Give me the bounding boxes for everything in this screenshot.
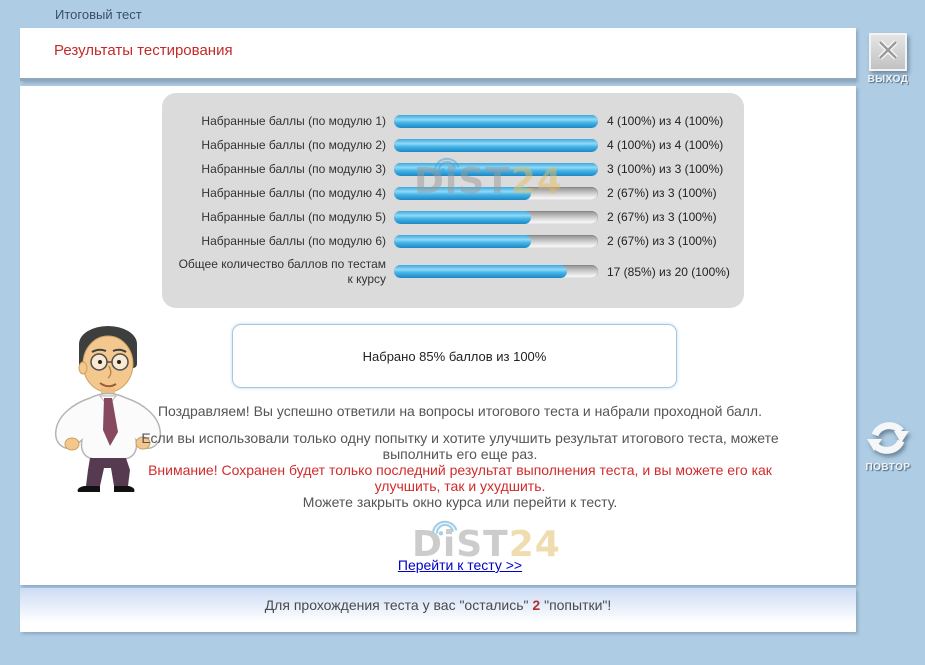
content-panel: Набранные баллы (по модулю 1) 4 (100%) и… (20, 86, 856, 585)
result-row: Набранные баллы (по модулю 4) 2 (67%) из… (162, 181, 744, 205)
progress-bar (394, 235, 598, 248)
results-rows: Набранные баллы (по модулю 1) 4 (100%) и… (162, 109, 744, 290)
window-title: Итоговый тест (55, 7, 142, 22)
row-value: 17 (85%) из 20 (100%) (607, 265, 730, 279)
results-header-panel: Результаты тестирования (20, 28, 856, 81)
progress-fill (394, 265, 567, 278)
progress-bar (394, 265, 598, 278)
row-label: Набранные баллы (по модулю 1) (172, 114, 386, 128)
row-label: Набранные баллы (по модулю 3) (172, 162, 386, 176)
row-label: Набранные баллы (по модулю 5) (172, 210, 386, 224)
row-value: 2 (67%) из 3 (100%) (607, 210, 717, 224)
row-label: Общее количество баллов по тестам к курс… (172, 257, 386, 285)
progress-fill (394, 115, 598, 128)
progress-bar (394, 163, 598, 176)
retry-info-text: Если вы использовали только одну попытку… (138, 430, 782, 462)
attempts-text-suffix: "попытки"! (544, 597, 611, 613)
result-row: Набранные баллы (по модулю 2) 4 (100%) и… (162, 133, 744, 157)
progress-bar (394, 211, 598, 224)
progress-bar (394, 139, 598, 152)
attempts-text-prefix: Для прохождения теста у вас "остались" (265, 597, 529, 613)
attempts-count: 2 (532, 597, 540, 613)
congrats-text: Поздравляем! Вы успешно ответили на вопр… (138, 403, 782, 419)
score-summary-box: Набрано 85% баллов из 100% (232, 324, 677, 388)
row-label: Набранные баллы (по модулю 6) (172, 234, 386, 248)
close-icon (875, 37, 901, 68)
goto-test-link-row: Перейти к тесту >> (138, 557, 782, 575)
progress-fill (394, 187, 531, 200)
results-panel: Набранные баллы (по модулю 1) 4 (100%) и… (162, 93, 744, 308)
row-value: 4 (100%) из 4 (100%) (607, 138, 723, 152)
exit-button-label: ВЫХОД (853, 74, 923, 85)
progress-bar (394, 187, 598, 200)
result-row: Набранные баллы (по модулю 5) 2 (67%) из… (162, 205, 744, 229)
row-value: 4 (100%) из 4 (100%) (607, 114, 723, 128)
row-label: Набранные баллы (по модулю 4) (172, 186, 386, 200)
result-row: Набранные баллы (по модулю 3) 3 (100%) и… (162, 157, 744, 181)
row-value: 2 (67%) из 3 (100%) (607, 234, 717, 248)
result-row: Набранные баллы (по модулю 1) 4 (100%) и… (162, 109, 744, 133)
exit-button[interactable] (869, 33, 907, 71)
attempts-bar: Для прохождения теста у вас "остались" 2… (20, 588, 856, 632)
goto-test-link[interactable]: Перейти к тесту >> (398, 557, 522, 573)
row-value: 2 (67%) из 3 (100%) (607, 186, 717, 200)
progress-fill (394, 163, 598, 176)
close-info-text: Можете закрыть окно курса или перейти к … (138, 494, 782, 510)
result-row: Общее количество баллов по тестам к курс… (162, 253, 744, 290)
progress-fill (394, 139, 598, 152)
progress-bar (394, 115, 598, 128)
score-summary-text: Набрано 85% баллов из 100% (363, 349, 547, 364)
repeat-button[interactable] (862, 414, 914, 464)
result-row: Набранные баллы (по модулю 6) 2 (67%) из… (162, 229, 744, 253)
page-title: Результаты тестирования (54, 42, 233, 59)
row-label: Набранные баллы (по модулю 2) (172, 138, 386, 152)
repeat-button-label: ПОВТОР (853, 462, 923, 473)
progress-fill (394, 211, 531, 224)
progress-fill (394, 235, 531, 248)
row-value: 3 (100%) из 3 (100%) (607, 162, 723, 176)
warning-text: Внимание! Сохранен будет только последни… (138, 462, 782, 494)
result-messages: Поздравляем! Вы успешно ответили на вопр… (138, 403, 782, 510)
